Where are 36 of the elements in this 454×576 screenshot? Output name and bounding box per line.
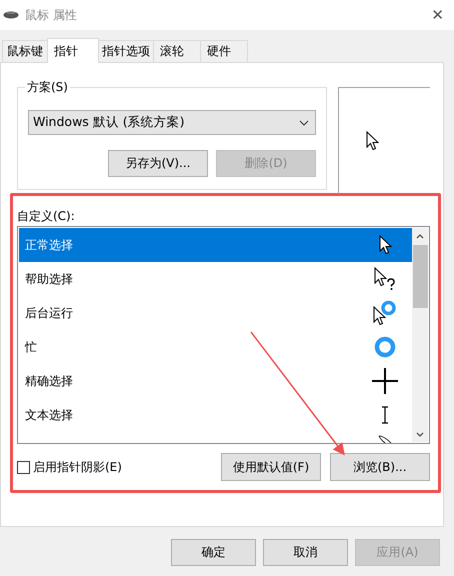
checkbox-label: 启用指针阴影(E) bbox=[33, 458, 122, 476]
text-cursor-icon bbox=[381, 406, 389, 424]
list-button[interactable]: 浏览(B)... bbox=[330, 453, 430, 481]
scheme-dropdown[interactable]: Windows 默认 (系统方案) bbox=[28, 110, 316, 135]
chevron-down-icon bbox=[299, 120, 309, 126]
scrollbar[interactable] bbox=[412, 228, 428, 442]
cursor-list-item[interactable]: 忙 bbox=[19, 330, 412, 364]
customize-label: 自定义(C): bbox=[17, 208, 76, 225]
dialog-button[interactable]: 确定 bbox=[171, 539, 256, 566]
list-button[interactable]: 使用默认值(F) bbox=[221, 453, 321, 481]
tab[interactable]: 鼠标键 bbox=[2, 40, 48, 62]
busy-ring-icon bbox=[374, 336, 396, 358]
scroll-up-icon bbox=[416, 234, 424, 239]
scrollbar-thumb[interactable] bbox=[412, 245, 428, 308]
working-cursor-icon bbox=[373, 300, 397, 326]
arrow-cursor-icon bbox=[378, 235, 392, 255]
cursor-list-item[interactable]: 后台运行 bbox=[19, 296, 412, 330]
mouse-icon bbox=[3, 11, 19, 19]
cursor-list-item[interactable]: 正常选择 bbox=[19, 228, 412, 262]
tab[interactable]: 指针 bbox=[47, 38, 99, 63]
crosshair-icon bbox=[372, 368, 398, 394]
pen-cursor-icon bbox=[378, 435, 392, 443]
cursor-list-item[interactable]: 帮助选择 bbox=[19, 262, 412, 296]
arrow-cursor-icon bbox=[366, 131, 379, 151]
cursor-list[interactable]: 正常选择 帮助选择 后台运行 忙 精确选择 文本选择 bbox=[17, 226, 430, 444]
cursor-list-item[interactable]: 文本选择 bbox=[19, 398, 412, 432]
cursor-list-item[interactable]: 精确选择 bbox=[19, 364, 412, 398]
dialog-button[interactable]: 取消 bbox=[263, 539, 348, 566]
scroll-down-icon bbox=[416, 432, 424, 437]
help-cursor-icon bbox=[374, 267, 396, 291]
scheme-button[interactable]: 另存为(V)... bbox=[108, 150, 208, 177]
group-label: 方案(S) bbox=[25, 79, 70, 96]
window-title: 鼠标 属性 bbox=[25, 6, 78, 24]
tab[interactable]: 硬件 bbox=[200, 40, 248, 62]
checkbox[interactable] bbox=[17, 460, 30, 474]
close-button[interactable]: ✕ bbox=[421, 6, 454, 24]
